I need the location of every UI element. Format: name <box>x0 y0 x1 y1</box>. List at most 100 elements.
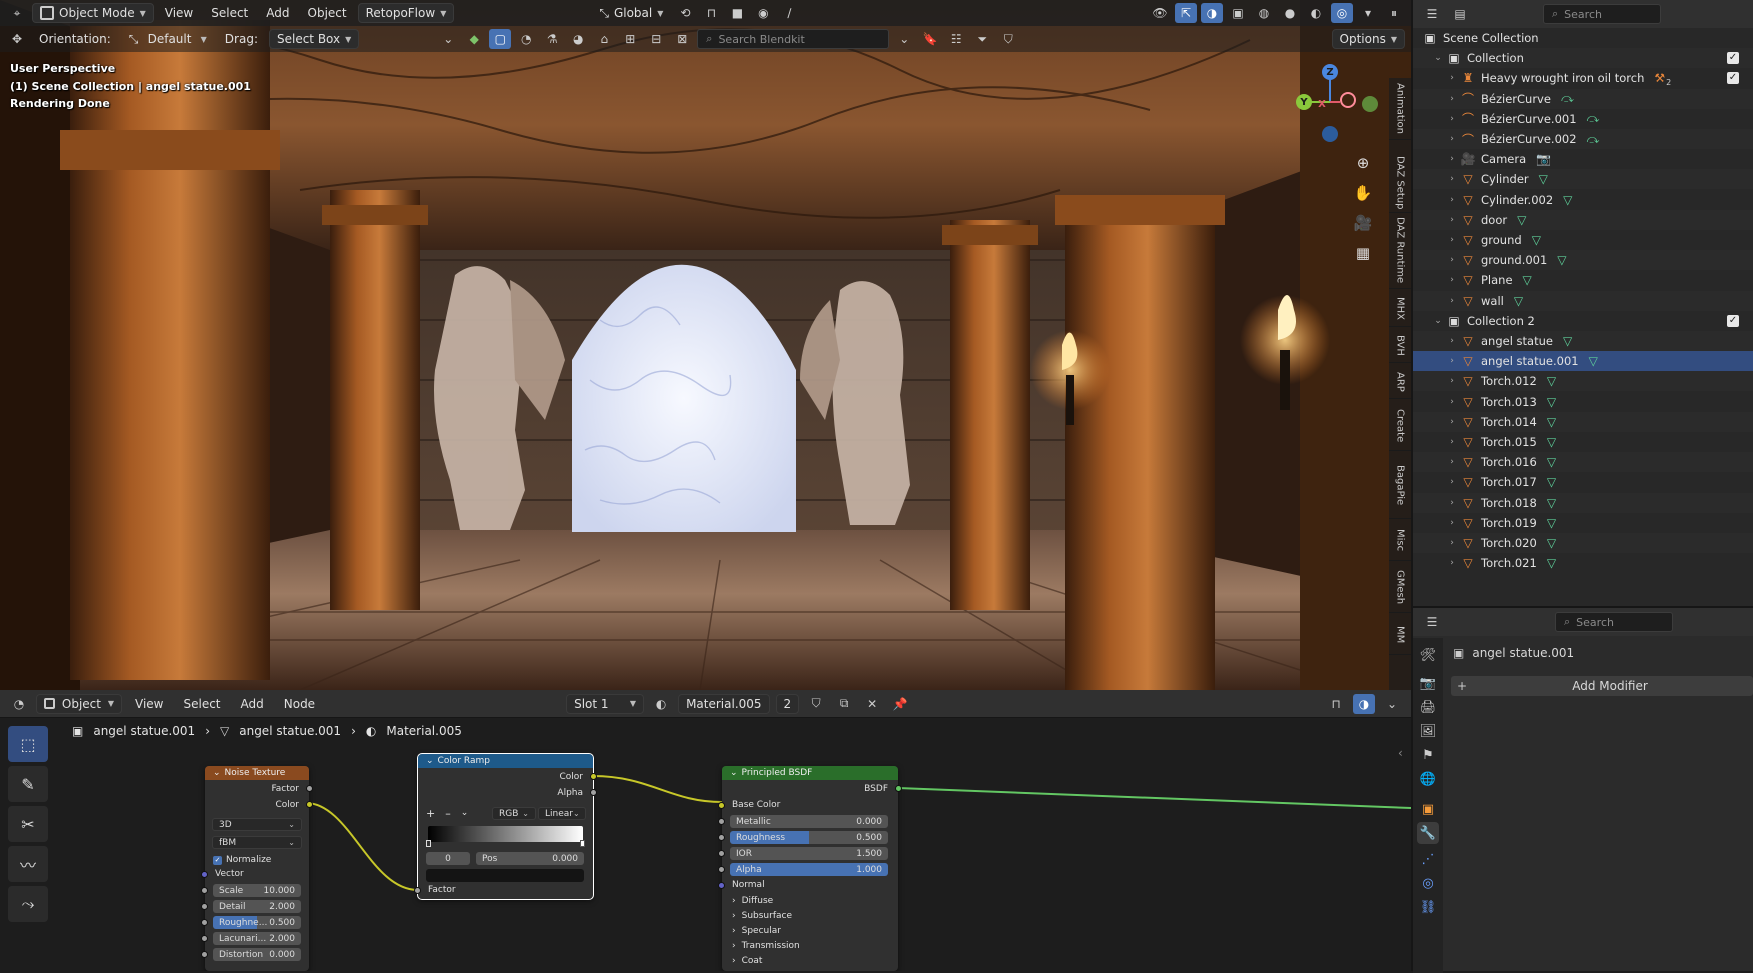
chevron-right-icon[interactable]: › <box>1447 417 1457 427</box>
outliner[interactable]: ☰ ▤ ⌕ Search ▣ Scene Collection ⌄ ▣ Collecti… <box>1411 0 1753 606</box>
pan-hand-icon[interactable]: ✋ <box>1350 180 1376 206</box>
outliner-search-input[interactable]: ⌕ Search <box>1543 4 1661 24</box>
tab-mhx[interactable]: MHX <box>1389 291 1411 327</box>
chevron-right-icon[interactable]: › <box>1447 498 1457 508</box>
mesh-data-icon[interactable]: ▽ <box>1563 193 1572 207</box>
noise-texture-node[interactable]: ⌄ Noise Texture Factor Color 3D ⌄ fBM ⌄ ✓ … <box>201 766 313 971</box>
tab-gmesh[interactable]: GMesh <box>1389 563 1411 613</box>
shield-icon[interactable]: ⛉ <box>997 29 1019 49</box>
normalize-checkbox[interactable]: ✓ Normalize <box>213 853 271 867</box>
ramp-stop-white[interactable] <box>580 840 585 847</box>
zoom-icon[interactable]: ⊕ <box>1350 150 1376 176</box>
roughness-input-socket[interactable] <box>718 834 725 841</box>
exclude-checkbox[interactable]: ✓ <box>1727 72 1739 85</box>
outliner-collection-row[interactable]: ⌄ ▣ Collection 2 ✓ <box>1413 311 1753 331</box>
metallic-field[interactable]: Metallic 0.000 <box>730 815 888 828</box>
chevron-right-icon[interactable]: › <box>1447 235 1457 245</box>
options-dropdown[interactable]: Options ▼ <box>1331 29 1405 49</box>
mesh-data-icon[interactable]: ▽ <box>1514 294 1523 308</box>
collapse-chevron-icon[interactable]: ⌄ <box>213 768 221 778</box>
lacunarity-field[interactable]: Lacunari... 2.000 <box>213 932 301 945</box>
armature-data-icon[interactable]: ⚒ <box>1654 71 1665 85</box>
tab-bvh[interactable]: BVH <box>1389 329 1411 363</box>
solid-shading-icon[interactable]: ● <box>1279 3 1301 23</box>
overlay-toggle-icon[interactable]: ◑ <box>1201 3 1223 23</box>
chevron-right-icon[interactable]: › <box>1447 477 1457 487</box>
chevron-right-icon[interactable]: › <box>1447 134 1457 144</box>
principled-bsdf-node[interactable]: ⌄ Principled BSDF BSDF Base Color Metall… <box>718 766 902 971</box>
noise-type-dropdown[interactable]: fBM ⌄ <box>212 836 302 849</box>
physics-tab-icon[interactable]: ◎ <box>1417 872 1439 894</box>
outliner-object-row[interactable]: › ▽ Torch.014 ▽ <box>1413 411 1753 432</box>
chevron-down-icon[interactable]: ⌄ <box>437 29 459 49</box>
bsdf-roughness-field[interactable]: Roughness 0.500 <box>730 831 888 844</box>
pivot-icon[interactable]: ⟲ <box>674 3 696 23</box>
outliner-object-row[interactable]: › ▽ Torch.013 ▽ <box>1413 392 1753 412</box>
color-output-socket[interactable] <box>590 773 597 780</box>
navigation-gizmo[interactable]: Z Y X <box>1284 60 1384 150</box>
outliner-object-row[interactable]: › ▽ angel statue.001 ▽ <box>1413 351 1753 372</box>
alpha-input-socket[interactable] <box>718 866 725 873</box>
curve-data-icon[interactable]: ⤼ <box>1587 111 1600 126</box>
printable-asset-icon[interactable]: ⚗ <box>541 29 563 49</box>
outliner-object-row[interactable]: › ▽ Torch.012 ▽ <box>1413 371 1753 392</box>
nodegroup-asset-icon[interactable]: ⊟ <box>645 29 667 49</box>
chevron-right-icon[interactable]: › <box>1447 376 1457 386</box>
material-asset-icon[interactable]: ◔ <box>515 29 537 49</box>
outliner-object-row[interactable]: › ▽ wall ▽ <box>1413 290 1753 311</box>
outliner-object-row[interactable]: › ▽ ground.001 ▽ <box>1413 250 1753 271</box>
rendered-shading-icon[interactable]: ◎ <box>1331 3 1353 23</box>
chevron-right-icon[interactable]: › <box>1447 457 1457 467</box>
add-modifier-button[interactable]: + Add Modifier <box>1451 676 1753 696</box>
tool-tab-icon[interactable]: 🛠 <box>1417 644 1439 666</box>
chevron-down-icon[interactable]: ⌄ <box>1433 53 1443 63</box>
mesh-data-icon[interactable]: ▽ <box>1547 536 1556 550</box>
tab-daz-runtime[interactable]: DAZ Runtime <box>1389 213 1411 289</box>
panel-transmission[interactable]: › Transmission <box>732 939 800 953</box>
outliner-object-row[interactable]: › ▽ angel statue ▽ <box>1413 331 1753 351</box>
snap-icon[interactable]: ⊓ <box>700 3 722 23</box>
menu-add[interactable]: Add <box>259 3 296 23</box>
distortion-input-socket[interactable] <box>201 951 208 958</box>
material-shading-icon[interactable]: ◐ <box>1305 3 1327 23</box>
hdr-asset-icon[interactable]: ◕ <box>567 29 589 49</box>
snap-target-icon[interactable]: ■ <box>726 3 748 23</box>
chevron-right-icon[interactable]: › <box>1447 296 1457 306</box>
ortho-grid-icon[interactable]: ▦ <box>1350 240 1376 266</box>
distortion-field[interactable]: Distortion 0.000 <box>213 948 301 961</box>
chevron-right-icon[interactable]: › <box>1447 215 1457 225</box>
mode-dropdown[interactable]: Object Mode ▼ <box>32 3 154 23</box>
panel-subsurface[interactable]: › Subsurface <box>732 909 792 923</box>
mesh-data-icon[interactable]: ▽ <box>1547 516 1556 530</box>
xray-icon[interactable]: ▣ <box>1227 3 1249 23</box>
factor-input-socket[interactable] <box>414 887 421 894</box>
output-tab-icon[interactable]: 🖨 <box>1417 696 1439 718</box>
mesh-data-icon[interactable]: ▽ <box>1517 213 1526 227</box>
chevron-right-icon[interactable]: › <box>1447 518 1457 528</box>
outliner-object-row[interactable]: › ▽ Torch.021 ▽ <box>1413 553 1753 573</box>
outliner-object-row[interactable]: › ▽ door ▽ <box>1413 209 1753 230</box>
panel-specular[interactable]: › Specular <box>732 924 781 938</box>
shader-node-editor[interactable]: ◔ Object ▼ View Select Add Node Slot 1 ▼… <box>0 690 1411 971</box>
outliner-object-row[interactable]: › ▽ Torch.016 ▽ <box>1413 452 1753 473</box>
outliner-object-row[interactable]: › ▽ ground ▽ <box>1413 230 1753 250</box>
outliner-object-row[interactable]: › ⌒ BézierCurve ⤼ <box>1413 88 1753 109</box>
gizmo-x-negative[interactable] <box>1340 92 1356 108</box>
editor-type-icon[interactable]: ☰ <box>1421 612 1443 632</box>
outliner-object-row[interactable]: › ▽ Cylinder.002 ▽ <box>1413 190 1753 210</box>
stop-position-field[interactable]: Pos 0.000 <box>476 852 584 865</box>
chevron-right-icon[interactable]: › <box>1447 538 1457 548</box>
mesh-data-icon[interactable]: ▽ <box>1547 374 1556 388</box>
outliner-object-row[interactable]: › ▽ Torch.015 ▽ <box>1413 432 1753 452</box>
curve-data-icon[interactable]: ⤼ <box>1587 132 1600 147</box>
mesh-data-icon[interactable]: ▽ <box>1547 475 1556 489</box>
scale-input-socket[interactable] <box>201 887 208 894</box>
metallic-input-socket[interactable] <box>718 818 725 825</box>
gizmo-y-axis[interactable]: Y <box>1296 94 1312 110</box>
collapse-chevron-icon[interactable]: ⌄ <box>730 768 738 778</box>
3d-viewport[interactable]: ⌖ Object Mode ▼ View Select Add Object R… <box>0 0 1411 690</box>
chevron-right-icon[interactable]: › <box>1447 195 1457 205</box>
vector-input-socket[interactable] <box>201 871 208 878</box>
editor-type-icon[interactable]: ☰ <box>1421 4 1443 24</box>
tab-mm[interactable]: MM <box>1389 615 1411 655</box>
